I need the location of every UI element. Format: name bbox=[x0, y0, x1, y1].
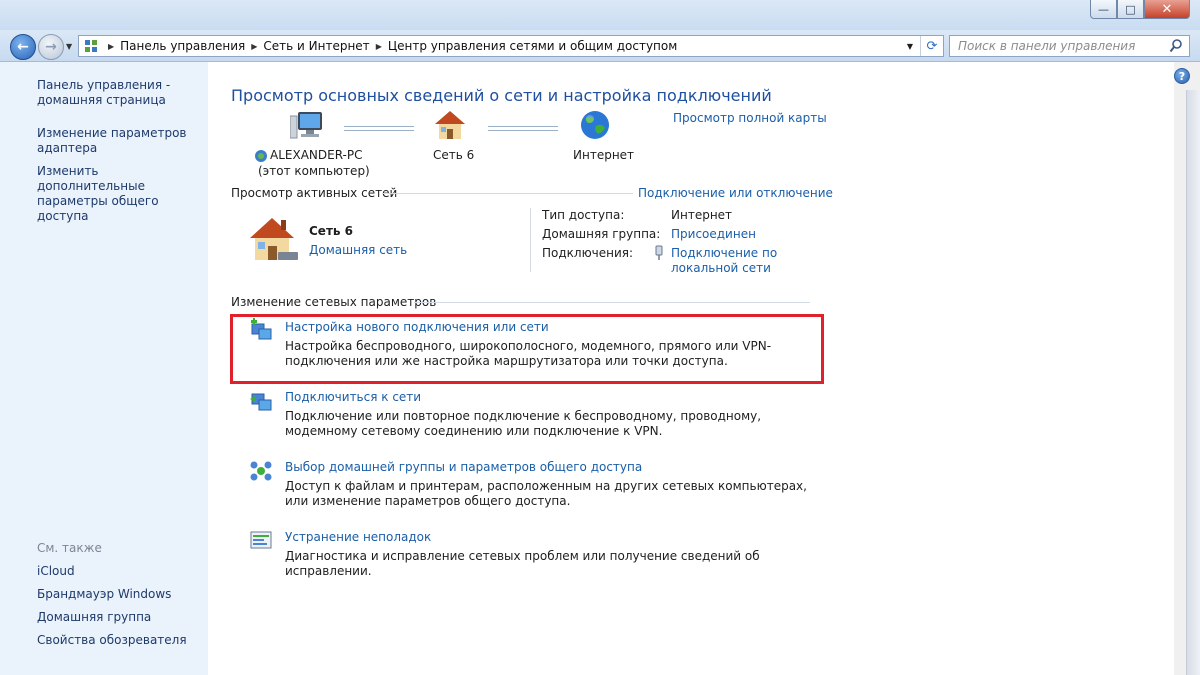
full-map-link[interactable]: Просмотр полной карты bbox=[673, 111, 827, 125]
arrow-right-icon: → bbox=[45, 39, 57, 55]
connect-network-icon bbox=[250, 393, 272, 411]
connect-disconnect-link[interactable]: Подключение или отключение bbox=[638, 186, 833, 200]
arrow-left-icon: ← bbox=[17, 39, 29, 55]
active-network-name: Сеть 6 bbox=[309, 224, 354, 238]
see-also-header: См. также bbox=[37, 541, 102, 555]
breadcrumb-separator-icon[interactable]: ▶ bbox=[108, 42, 114, 51]
internet-label: Интернет bbox=[573, 148, 635, 162]
connections-label: Подключения: bbox=[542, 246, 634, 260]
page-title: Просмотр основных сведений о сети и наст… bbox=[231, 86, 772, 105]
computer-icon bbox=[290, 112, 322, 139]
troubleshoot-icon bbox=[250, 531, 272, 549]
see-also-icloud[interactable]: iCloud bbox=[37, 564, 75, 579]
search-input[interactable] bbox=[950, 36, 1168, 56]
minimize-button[interactable]: — bbox=[1090, 0, 1117, 19]
maximize-icon: □ bbox=[1125, 2, 1136, 16]
sidebar-link-home[interactable]: Панель управления - домашняя страница bbox=[37, 78, 187, 108]
home-network-icon bbox=[250, 218, 298, 260]
map-connector bbox=[488, 126, 558, 131]
network-type-link[interactable]: Домашняя сеть bbox=[309, 243, 407, 257]
sidebar-link-adapter-settings[interactable]: Изменение параметров адаптера bbox=[37, 126, 187, 156]
network-status-icon bbox=[255, 150, 267, 162]
computer-name: ALEXANDER-PC bbox=[270, 148, 363, 162]
refresh-icon: ⟳ bbox=[926, 38, 938, 54]
access-type-value: Интернет bbox=[671, 208, 733, 222]
local-connection-link[interactable]: Подключение по локальной сети bbox=[671, 246, 781, 276]
vertical-divider bbox=[530, 208, 531, 272]
help-icon[interactable]: ? bbox=[1174, 68, 1190, 84]
chevron-down-icon: ▼ bbox=[66, 42, 73, 51]
see-also-internet-options[interactable]: Свойства обозревателя bbox=[37, 633, 187, 648]
search-icon[interactable] bbox=[1169, 38, 1183, 54]
active-networks-header: Просмотр активных сетей bbox=[231, 186, 398, 200]
ethernet-icon bbox=[655, 245, 663, 260]
house-icon bbox=[435, 111, 465, 139]
recent-pages-dropdown[interactable]: ▼ bbox=[66, 42, 72, 51]
forward-button[interactable]: → bbox=[38, 34, 64, 60]
breadcrumb-control-panel[interactable]: Панель управления bbox=[120, 39, 245, 53]
divider bbox=[414, 302, 810, 303]
divider bbox=[383, 193, 633, 194]
homegroup-link[interactable]: Присоединен bbox=[671, 227, 756, 241]
task-homegroup-desc: Доступ к файлам и принтерам, расположенн… bbox=[285, 479, 807, 508]
left-navigation-pane: Панель управления - домашняя страница Из… bbox=[0, 62, 208, 675]
address-bar[interactable]: ▶ Панель управления ▶ Сеть и Интернет ▶ … bbox=[78, 35, 944, 57]
maximize-button[interactable]: □ bbox=[1117, 0, 1144, 19]
task-connect-network-desc: Подключение или повторное подключение к … bbox=[285, 409, 762, 438]
map-connector bbox=[344, 126, 414, 131]
task-troubleshoot-link[interactable]: Устранение неполадок bbox=[285, 530, 431, 544]
sidebar-link-sharing-settings[interactable]: Изменить дополнительные параметры общего… bbox=[37, 164, 197, 224]
vertical-scrollbar[interactable] bbox=[1186, 90, 1200, 675]
chevron-down-icon: ▼ bbox=[906, 41, 914, 51]
see-also-homegroup[interactable]: Домашняя группа bbox=[37, 610, 151, 625]
globe-icon bbox=[581, 111, 609, 139]
search-box[interactable] bbox=[949, 35, 1190, 57]
homegroup-sharing-icon bbox=[250, 461, 272, 481]
task-troubleshoot-desc: Диагностика и исправление сетевых пробле… bbox=[285, 549, 760, 578]
help-glyph: ? bbox=[1178, 69, 1186, 83]
see-also-firewall[interactable]: Брандмауэр Windows bbox=[37, 587, 171, 602]
breadcrumb-separator-icon[interactable]: ▶ bbox=[251, 42, 257, 51]
title-bar: — □ ✕ bbox=[0, 0, 1200, 30]
access-type-label: Тип доступа: bbox=[542, 208, 625, 222]
close-icon: ✕ bbox=[1161, 1, 1173, 17]
breadcrumb-network-internet[interactable]: Сеть и Интернет bbox=[263, 39, 369, 53]
task-connect-network-link[interactable]: Подключиться к сети bbox=[285, 390, 421, 404]
back-button[interactable]: ← bbox=[10, 34, 36, 60]
close-button[interactable]: ✕ bbox=[1144, 0, 1190, 19]
highlight-box bbox=[230, 314, 824, 384]
network-name-label: Сеть 6 bbox=[433, 148, 475, 162]
control-panel-icon bbox=[85, 40, 97, 52]
change-settings-header: Изменение сетевых параметров bbox=[231, 295, 437, 309]
minimize-icon: — bbox=[1098, 2, 1109, 16]
refresh-button[interactable]: ⟳ bbox=[920, 36, 943, 56]
task-homegroup-link[interactable]: Выбор домашней группы и параметров общег… bbox=[285, 460, 642, 474]
address-dropdown-button[interactable]: ▼ bbox=[900, 36, 920, 56]
breadcrumb-network-center[interactable]: Центр управления сетями и общим доступом bbox=[388, 39, 677, 53]
computer-sublabel: (этот компьютер) bbox=[258, 164, 370, 178]
homegroup-label: Домашняя группа: bbox=[542, 227, 661, 241]
breadcrumb-separator-icon[interactable]: ▶ bbox=[376, 42, 382, 51]
